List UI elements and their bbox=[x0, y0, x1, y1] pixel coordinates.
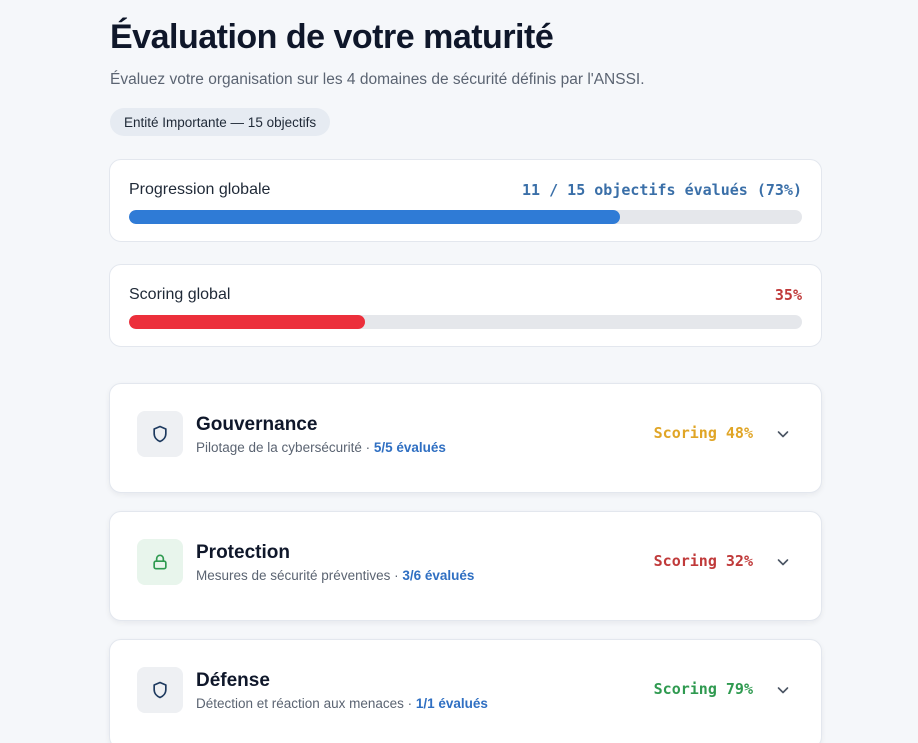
domain-description: Détection et réaction aux menaces · 1/1 … bbox=[196, 696, 488, 711]
scoring-value: 35% bbox=[774, 286, 802, 304]
domain-name: Gouvernance bbox=[196, 414, 318, 435]
progress-card: Progression globale 11 / 15 objectifs év… bbox=[109, 159, 822, 242]
progress-value: 11 / 15 objectifs évalués (73%) bbox=[522, 181, 802, 199]
chevron-down-icon[interactable] bbox=[775, 554, 791, 570]
domain-name: Protection bbox=[196, 542, 290, 563]
domain-evaluated-count: 5/5 évalués bbox=[373, 440, 446, 455]
domain-score: Scoring 48% bbox=[653, 424, 753, 442]
scoring-bar-fill bbox=[129, 315, 365, 329]
domain-evaluated-count: 1/1 évalués bbox=[415, 696, 488, 711]
chevron-down-icon[interactable] bbox=[775, 682, 791, 698]
page-title: Évaluation de votre maturité bbox=[110, 18, 554, 56]
scoring-card: Scoring global 35% bbox=[109, 264, 822, 347]
progress-bar-fill bbox=[129, 210, 621, 224]
domain-evaluated-count: 3/6 évalués bbox=[402, 568, 475, 583]
domain-description: Pilotage de la cybersécurité · 5/5 évalu… bbox=[196, 440, 446, 455]
domain-score: Scoring 32% bbox=[653, 552, 753, 570]
domain-name: Défense bbox=[196, 670, 270, 691]
progress-label: Progression globale bbox=[129, 181, 271, 198]
scoring-label: Scoring global bbox=[129, 286, 231, 303]
domain-score: Scoring 79% bbox=[653, 680, 753, 698]
domain-card-protection[interactable]: Protection Mesures de sécurité préventiv… bbox=[109, 511, 822, 621]
progress-bar-track bbox=[129, 210, 802, 224]
domain-card-defense[interactable]: Défense Détection et réaction aux menace… bbox=[109, 639, 822, 743]
scoring-bar-track bbox=[129, 315, 802, 329]
shield-icon bbox=[137, 411, 183, 457]
lock-icon bbox=[137, 539, 183, 585]
page-subtitle: Évaluez votre organisation sur les 4 dom… bbox=[110, 71, 645, 88]
entity-badge: Entité Importante — 15 objectifs bbox=[110, 108, 331, 136]
chevron-down-icon[interactable] bbox=[775, 426, 791, 442]
domain-card-gouvernance[interactable]: Gouvernance Pilotage de la cybersécurité… bbox=[109, 383, 822, 493]
shield-icon bbox=[137, 667, 183, 713]
domain-description: Mesures de sécurité préventives · 3/6 év… bbox=[196, 568, 475, 583]
